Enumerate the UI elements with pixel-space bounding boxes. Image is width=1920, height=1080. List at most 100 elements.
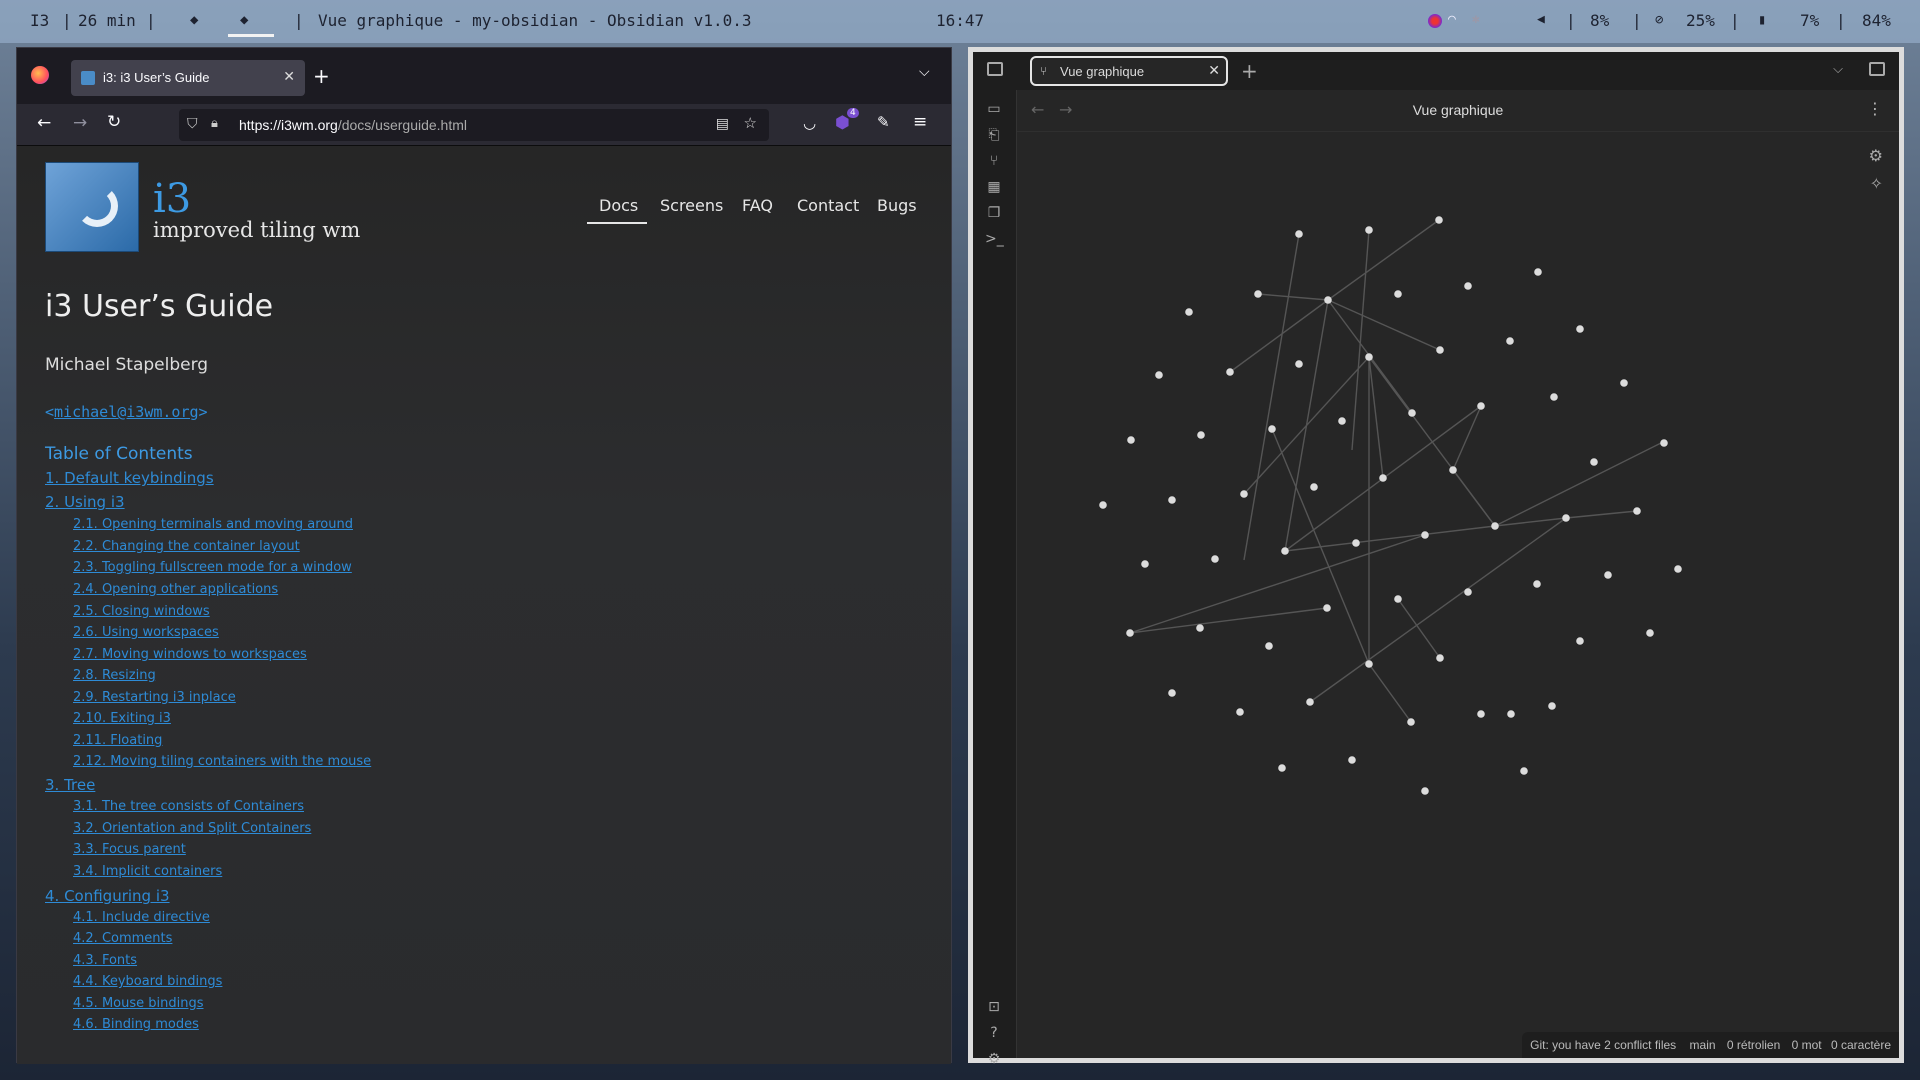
graph-node[interactable] xyxy=(1352,539,1360,547)
git-branch[interactable]: main xyxy=(1690,1038,1716,1052)
bookmark-star-icon[interactable]: ☆ xyxy=(744,114,757,132)
graph-svg[interactable] xyxy=(1017,132,1899,1062)
more-options-icon[interactable]: ⋮ xyxy=(1867,99,1883,118)
toc-link[interactable]: 1. Default keybindings xyxy=(45,469,214,487)
graph-node[interactable] xyxy=(1240,490,1248,498)
graph-node[interactable] xyxy=(1548,702,1556,710)
graph-node[interactable] xyxy=(1196,624,1204,632)
nav-screens[interactable]: Screens xyxy=(660,196,723,215)
ribbon-open-quick-switcher-icon[interactable]: ⎗ xyxy=(985,126,1003,144)
graph-node[interactable] xyxy=(1127,436,1135,444)
toc-link[interactable]: 3. Tree xyxy=(45,776,95,794)
ribbon-settings-icon[interactable]: ⚙ xyxy=(985,1050,1003,1068)
email-link[interactable]: michael@i3wm.org xyxy=(54,403,199,421)
ribbon-help-icon[interactable]: ? xyxy=(985,1024,1003,1042)
toc-link[interactable]: 4.1. Include directive xyxy=(73,910,210,925)
nav-faq[interactable]: FAQ xyxy=(742,196,773,215)
graph-node[interactable] xyxy=(1421,531,1429,539)
graph-node[interactable] xyxy=(1550,393,1558,401)
graph-node[interactable] xyxy=(1620,379,1628,387)
url-bar[interactable]: ⛉ 🔒︎ https://i3wm.org/docs/userguide.htm… xyxy=(179,109,769,141)
back-icon[interactable]: ← xyxy=(37,113,51,133)
ribbon-open-vault-icon[interactable]: ⊡ xyxy=(985,998,1003,1016)
ribbon-graph-view-icon[interactable]: ⑂ xyxy=(985,152,1003,170)
toc-link[interactable]: 4.3. Fonts xyxy=(73,953,137,968)
graph-node[interactable] xyxy=(1310,483,1318,491)
graph-node[interactable] xyxy=(1436,346,1444,354)
graph-node[interactable] xyxy=(1576,637,1584,645)
git-status[interactable]: Git: you have 2 conflict files xyxy=(1530,1038,1676,1052)
workspace-1-icon[interactable]: ◆ xyxy=(190,12,198,28)
i3-logo-icon[interactable] xyxy=(45,162,139,252)
graph-node[interactable] xyxy=(1278,764,1286,772)
graph-node[interactable] xyxy=(1491,522,1499,530)
toc-link[interactable]: 2.1. Opening terminals and moving around xyxy=(73,517,353,532)
graph-canvas[interactable]: ⚙ ✧ xyxy=(1017,132,1899,1058)
reader-view-icon[interactable]: ▤ xyxy=(716,115,729,132)
wifi-icon[interactable]: ◠ xyxy=(1448,12,1456,27)
tab-list-icon[interactable]: ⌵ xyxy=(1833,62,1843,77)
graph-node[interactable] xyxy=(1306,698,1314,706)
nav-bugs[interactable]: Bugs xyxy=(877,196,917,215)
toc-link[interactable]: 4.4. Keyboard bindings xyxy=(73,974,222,989)
graph-node[interactable] xyxy=(1365,660,1373,668)
toc-link[interactable]: 3.4. Implicit containers xyxy=(73,864,222,879)
graph-node[interactable] xyxy=(1464,588,1472,596)
graph-node[interactable] xyxy=(1435,216,1443,224)
graph-node[interactable] xyxy=(1533,580,1541,588)
sidebar-toggle-icon[interactable] xyxy=(987,62,1003,76)
graph-node[interactable] xyxy=(1660,439,1668,447)
graph-node[interactable] xyxy=(1436,654,1444,662)
graph-node[interactable] xyxy=(1323,604,1331,612)
ribbon-templates-icon[interactable]: ❐ xyxy=(985,204,1003,222)
graph-node[interactable] xyxy=(1562,514,1570,522)
graph-node[interactable] xyxy=(1534,268,1542,276)
graph-node[interactable] xyxy=(1295,360,1303,368)
graph-node[interactable] xyxy=(1265,642,1273,650)
graph-animate-icon[interactable]: ✧ xyxy=(1870,174,1883,193)
graph-node[interactable] xyxy=(1408,409,1416,417)
graph-node[interactable] xyxy=(1338,417,1346,425)
graph-node[interactable] xyxy=(1464,282,1472,290)
graph-node[interactable] xyxy=(1604,571,1612,579)
toc-link[interactable]: 2.6. Using workspaces xyxy=(73,625,219,640)
graph-node[interactable] xyxy=(1155,371,1163,379)
graph-node[interactable] xyxy=(1141,560,1149,568)
toc-link[interactable]: 2.2. Changing the container layout xyxy=(73,539,300,554)
new-tab-button[interactable]: + xyxy=(1241,59,1258,83)
graph-node[interactable] xyxy=(1674,565,1682,573)
lock-icon[interactable]: 🔒︎ xyxy=(211,115,218,131)
toc-link[interactable]: 2.11. Floating xyxy=(73,733,162,748)
graph-node[interactable] xyxy=(1449,466,1457,474)
pen-icon[interactable]: ✎ xyxy=(877,113,890,131)
graph-node[interactable] xyxy=(1421,787,1429,795)
graph-node[interactable] xyxy=(1348,756,1356,764)
graph-node[interactable] xyxy=(1506,337,1514,345)
graph-node[interactable] xyxy=(1295,230,1303,238)
workspace-2-icon[interactable]: ◆ xyxy=(240,12,248,28)
toc-link[interactable]: 2.5. Closing windows xyxy=(73,604,210,619)
firefox-tray-icon[interactable] xyxy=(1428,14,1442,28)
graph-node[interactable] xyxy=(1226,368,1234,376)
graph-node[interactable] xyxy=(1507,710,1515,718)
graph-node[interactable] xyxy=(1576,325,1584,333)
graph-node[interactable] xyxy=(1168,689,1176,697)
firefox-menu-icon[interactable] xyxy=(31,66,49,84)
list-all-tabs-icon[interactable]: ⌵ xyxy=(919,64,930,80)
backlink-count[interactable]: 0 rétrolien xyxy=(1727,1038,1780,1052)
graph-node[interactable] xyxy=(1324,296,1332,304)
bluetooth-icon[interactable]: ✱ xyxy=(1472,12,1480,27)
graph-node[interactable] xyxy=(1211,555,1219,563)
toc-link[interactable]: 2.9. Restarting i3 inplace xyxy=(73,690,236,705)
graph-node[interactable] xyxy=(1168,496,1176,504)
toc-link[interactable]: 2. Using i3 xyxy=(45,493,125,511)
graph-node[interactable] xyxy=(1099,501,1107,509)
nav-contact[interactable]: Contact xyxy=(797,196,859,215)
graph-node[interactable] xyxy=(1646,629,1654,637)
toc-link[interactable]: 2.7. Moving windows to workspaces xyxy=(73,647,307,662)
toc-link[interactable]: 4.2. Comments xyxy=(73,931,172,946)
reload-icon[interactable]: ↻ xyxy=(107,112,121,132)
url-text[interactable]: https://i3wm.org/docs/userguide.html xyxy=(239,117,467,133)
graph-node[interactable] xyxy=(1407,718,1415,726)
graph-node[interactable] xyxy=(1254,290,1262,298)
